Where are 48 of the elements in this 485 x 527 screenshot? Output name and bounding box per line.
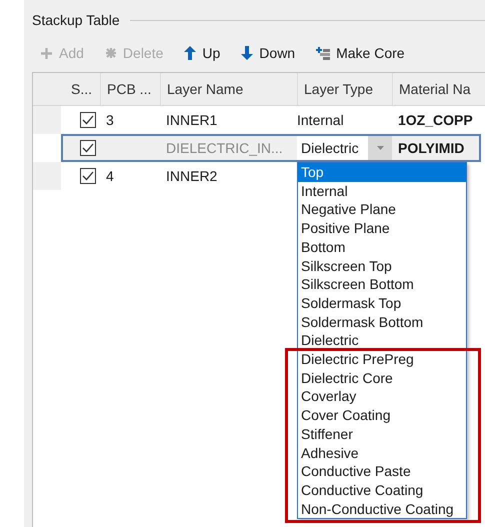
dropdown-option[interactable]: Conductive Paste <box>298 462 466 481</box>
dropdown-option[interactable]: Dielectric PrePreg <box>298 350 466 369</box>
column-header[interactable]: PCB ... <box>100 73 160 105</box>
group-title: Stackup Table <box>32 12 120 28</box>
toolbar-button[interactable]: Down <box>237 43 300 63</box>
layer-type-combo[interactable]: Dielectric <box>297 136 392 160</box>
dropdown-option[interactable]: Silkscreen Top <box>298 256 466 276</box>
dropdown-option[interactable]: Cover Coating <box>298 406 466 425</box>
checkbox[interactable] <box>80 112 96 128</box>
caret-icon <box>376 146 384 150</box>
dropdown-option[interactable]: Positive Plane <box>298 219 466 238</box>
table-cell: INNER2 <box>166 168 218 184</box>
table-cell: Internal <box>297 112 344 128</box>
table-cell: 3 <box>106 112 114 128</box>
column-header[interactable]: Layer Name <box>160 73 297 105</box>
table-cell: 1OZ_COPP <box>398 112 473 128</box>
table-cell: POLYIMID <box>398 140 464 156</box>
delete-icon <box>104 47 117 59</box>
table-row[interactable]: DIELECTRIC_IN... Dielectric POLYIMID <box>61 134 481 162</box>
dropdown-option[interactable]: Conductive Coating <box>298 480 466 500</box>
toolbar-button[interactable]: Up <box>180 43 224 63</box>
dropdown-option[interactable]: Adhesive <box>298 444 466 462</box>
dropdown-option[interactable]: Soldermask Bottom <box>298 312 466 332</box>
dropdown-option[interactable]: Non-Conductive Coating <box>298 500 466 518</box>
arrow-down-icon <box>241 46 254 60</box>
dropdown-option[interactable]: Bottom <box>298 238 466 257</box>
column-header[interactable]: Layer Type <box>297 73 392 105</box>
table-cell: 4 <box>106 168 114 184</box>
dropdown-option[interactable]: Coverlay <box>298 387 466 406</box>
dropdown-option[interactable]: Dielectric Core <box>298 368 466 388</box>
checkbox[interactable] <box>80 140 96 156</box>
dropdown-option[interactable]: Soldermask Top <box>298 294 466 313</box>
column-header[interactable]: Material Na <box>392 73 485 105</box>
table-cell: DIELECTRIC_IN... <box>166 140 283 156</box>
toolbar-button[interactable]: Make Core <box>312 43 409 63</box>
table-cell: INNER1 <box>166 112 218 128</box>
dropdown-option[interactable]: Top <box>298 163 466 182</box>
table-row[interactable]: 3 INNER1 Internal 1OZ_COPP <box>33 106 485 134</box>
column-header[interactable]: S... <box>33 73 100 105</box>
dropdown-option[interactable]: Internal <box>298 182 466 200</box>
dropdown-option[interactable]: Silkscreen Bottom <box>298 275 466 294</box>
dropdown-option[interactable]: Dielectric <box>298 331 466 350</box>
dropdown-option[interactable]: Negative Plane <box>298 200 466 220</box>
dropdown-option[interactable]: Stiffener <box>298 424 466 444</box>
arrow-up-icon <box>184 46 196 60</box>
plus-icon <box>40 46 53 60</box>
layers-plus-icon <box>316 46 330 60</box>
checkbox[interactable] <box>80 168 96 184</box>
